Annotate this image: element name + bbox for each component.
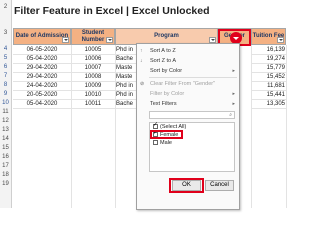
ok-button-highlight [169, 178, 204, 193]
table-cell-num[interactable]: 10009 [71, 82, 115, 91]
header-student-number: Student Number [71, 28, 115, 45]
table-cell-fee[interactable]: 15,452 [251, 73, 286, 82]
row-number[interactable]: 15 [0, 145, 11, 151]
table-cell-fee[interactable]: 13,305 [251, 100, 286, 109]
chevron-right-icon: ▸ [232, 68, 235, 74]
row-number[interactable]: 13 [0, 127, 11, 133]
filter-dropdown-icon[interactable] [277, 37, 284, 43]
row-number[interactable]: 19 [0, 181, 11, 187]
row-number[interactable]: 18 [0, 172, 11, 178]
table-cell-num[interactable]: 10008 [71, 73, 115, 82]
table-cell-prog[interactable]: Phd in [115, 82, 137, 91]
table-cell-num[interactable]: 10010 [71, 91, 115, 100]
menu-text-filters[interactable]: Text Filters ▸ [137, 100, 239, 108]
row-number[interactable]: 4 [0, 46, 11, 52]
row-number[interactable]: 17 [0, 163, 11, 169]
table-cell-num[interactable]: 10011 [71, 100, 115, 109]
menu-filter-by-color: Filter by Color ▸ [150, 91, 235, 97]
row-number[interactable]: 5 [0, 55, 11, 61]
header-tuition-fee: Tuition Fee [251, 28, 286, 45]
row-number[interactable]: 6 [0, 64, 11, 70]
sheet-title: Filter Feature in Excel | Excel Unlocked [14, 5, 210, 17]
table-cell-fee[interactable]: 19,274 [251, 55, 286, 64]
table-cell-date[interactable]: 29-04-2020 [13, 64, 71, 73]
table-cell-num[interactable]: 10007 [71, 64, 115, 73]
chevron-right-icon: ▸ [232, 91, 235, 97]
row-number[interactable]: 3 [0, 30, 11, 36]
table-cell-date[interactable]: 20-05-2020 [13, 91, 71, 100]
cancel-button[interactable]: Cancel [205, 180, 234, 191]
sort-ascending-icon: ↑ [140, 48, 143, 54]
menu-clear-filter: ⊘ Clear Filter From "Gender" [140, 81, 216, 87]
table-cell-prog[interactable]: Phd in [115, 91, 137, 100]
clear-filter-icon: ⊘ [140, 81, 145, 87]
table-cell-date[interactable]: 05-04-2020 [13, 55, 71, 64]
spreadsheet: 2 3 4 5 6 7 8 9 10 11 12 13 14 15 16 17 18 19 Filter Feat… [0, 0, 300, 210]
table-cell-date[interactable]: 06-05-2020 [13, 46, 71, 55]
menu-sort-z-to-a[interactable]: ↓ Sort Z to A [137, 57, 239, 65]
row-number[interactable]: 14 [0, 136, 11, 142]
chevron-right-icon: ▸ [232, 101, 235, 107]
filter-menu: ↑ Sort A to Z ↓ Sort Z to A Sort by Color ▸… [136, 43, 240, 210]
row-number[interactable]: 8 [0, 82, 11, 88]
search-icon: ⌕ [229, 112, 232, 118]
row-number[interactable]: 16 [0, 154, 11, 160]
table-cell-prog[interactable]: Maste [115, 64, 137, 73]
row-number[interactable]: 9 [0, 91, 11, 97]
female-option-highlight [150, 130, 183, 139]
table-cell-date[interactable]: 05-04-2020 [13, 100, 71, 109]
table-cell-num[interactable]: 10005 [71, 46, 115, 55]
row-number[interactable]: 2 [0, 4, 11, 10]
checkbox[interactable] [153, 140, 158, 146]
checkbox[interactable] [153, 122, 158, 130]
checkbox-male[interactable]: Male [153, 140, 172, 147]
row-number[interactable]: 12 [0, 118, 11, 124]
filter-dropdown-icon[interactable] [106, 37, 113, 43]
table-cell-fee[interactable]: 15,779 [251, 64, 286, 73]
row-number[interactable]: 7 [0, 73, 11, 79]
table-cell-prog[interactable]: Bache [115, 100, 137, 109]
table-cell-prog[interactable]: Bache [115, 55, 137, 64]
menu-sort-by-color[interactable]: Sort by Color ▸ [137, 67, 239, 75]
table-cell-fee[interactable]: 15,441 [251, 91, 286, 100]
filter-search-input[interactable]: ⌕ [149, 111, 235, 119]
table-cell-fee[interactable]: 11,681 [251, 82, 286, 91]
filter-dropdown-icon[interactable] [62, 37, 69, 43]
row-number[interactable]: 11 [0, 109, 11, 115]
row-number[interactable]: 10 [0, 100, 11, 106]
table-cell-date[interactable]: 29-04-2020 [13, 73, 71, 82]
table-cell-date[interactable]: 24-04-2020 [13, 82, 71, 91]
sort-descending-icon: ↓ [140, 58, 143, 64]
table-cell-num[interactable]: 10006 [71, 55, 115, 64]
table-cell-fee[interactable]: 16,139 [251, 46, 286, 55]
menu-divider [149, 77, 237, 78]
table-cell-prog[interactable]: Maste [115, 73, 137, 82]
menu-sort-a-to-z[interactable]: ↑ Sort A to Z [137, 47, 239, 55]
grid-line [286, 45, 287, 208]
header-date: Date of Admission [13, 28, 71, 45]
table-cell-prog[interactable]: Phd in [115, 46, 137, 55]
